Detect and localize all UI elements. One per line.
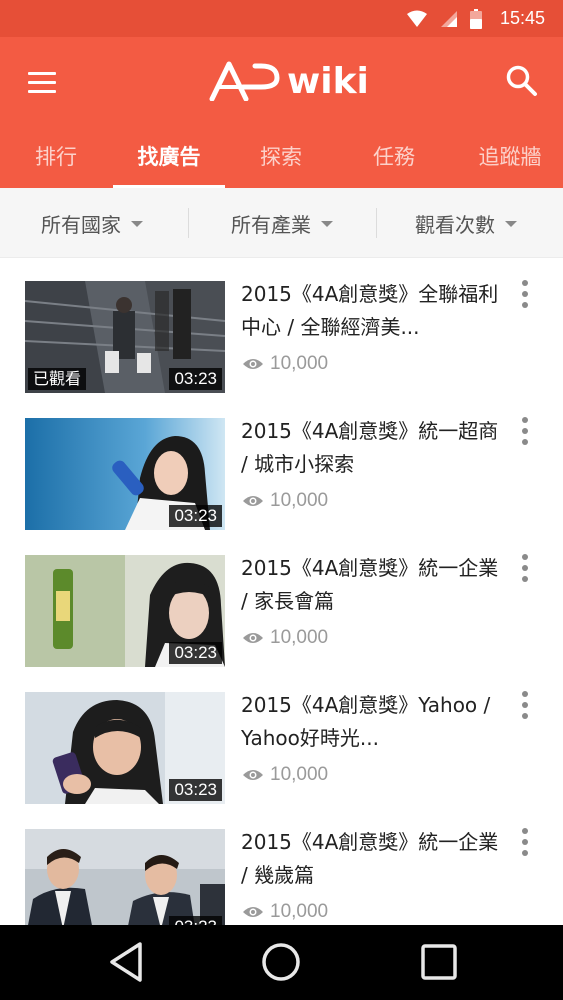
tab-missions[interactable]: 任務: [358, 140, 430, 184]
video-thumbnail[interactable]: 03:23: [25, 692, 225, 804]
more-options-button[interactable]: [515, 415, 535, 447]
tab-follow-wall[interactable]: 追蹤牆: [465, 140, 555, 184]
video-title[interactable]: 2015《4A創意獎》統一超商 / 城市小探索: [241, 415, 503, 481]
duration-badge: 03:23: [169, 642, 222, 664]
view-count: 10,000: [242, 489, 328, 513]
cell-signal-icon: [440, 10, 457, 27]
video-thumbnail[interactable]: 03:23: [25, 829, 225, 925]
sort-filter[interactable]: 觀看次數: [415, 188, 517, 258]
eye-icon: [243, 359, 263, 369]
tab-ranking[interactable]: 排行: [20, 140, 92, 184]
more-options-button[interactable]: [515, 552, 535, 584]
video-title[interactable]: 2015《4A創意獎》統一企業 / 家長會篇: [241, 552, 503, 618]
adwiki-logo: wiki: [209, 58, 369, 104]
duration-badge: 03:23: [169, 368, 222, 390]
industry-filter-label: 所有產業: [231, 212, 311, 237]
dropdown-caret-icon: [321, 221, 333, 227]
watched-badge: 已觀看: [28, 368, 87, 390]
divider: [376, 208, 377, 238]
back-icon: [110, 942, 142, 982]
search-icon: [506, 65, 537, 96]
app-bar: wiki 排行 找廣告 探索 任務 追蹤牆: [0, 37, 563, 189]
back-button[interactable]: [96, 937, 156, 987]
eye-icon: [243, 907, 263, 917]
dropdown-caret-icon: [131, 221, 143, 227]
video-thumbnail[interactable]: 已觀看 03:23: [25, 281, 225, 393]
view-count-value: 10,000: [270, 901, 329, 922]
divider: [188, 208, 189, 238]
duration-badge: 03:23: [169, 505, 222, 527]
status-bar: 15:45: [0, 0, 563, 37]
menu-icon: [28, 72, 56, 75]
search-button[interactable]: [505, 64, 539, 98]
view-count-value: 10,000: [270, 490, 329, 511]
video-title[interactable]: 2015《4A創意獎》統一企業 / 幾歲篇: [241, 826, 503, 892]
system-nav-bar: [0, 925, 563, 1000]
industry-filter[interactable]: 所有產業: [231, 188, 333, 258]
tab-explore[interactable]: 探索: [245, 140, 317, 184]
video-item[interactable]: 03:23 2015《4A創意獎》Yahoo / Yahoo好時光... 10,…: [0, 669, 563, 806]
duration-badge: 03:23: [169, 916, 222, 925]
video-thumbnail[interactable]: 03:23: [25, 555, 225, 667]
more-options-button[interactable]: [515, 278, 535, 310]
video-item[interactable]: 03:23 2015《4A創意獎》統一超商 / 城市小探索 10,000: [0, 395, 563, 532]
menu-button[interactable]: [24, 67, 60, 97]
logo-text: wiki: [287, 60, 369, 102]
more-vert-icon: [522, 554, 528, 560]
video-title[interactable]: 2015《4A創意獎》Yahoo / Yahoo好時光...: [241, 689, 503, 755]
more-options-button[interactable]: [515, 826, 535, 858]
view-count-value: 10,000: [270, 627, 329, 648]
tab-find-ads[interactable]: 找廣告: [113, 140, 225, 184]
more-vert-icon: [522, 280, 528, 286]
filter-bar: 所有國家 所有產業 觀看次數: [0, 188, 563, 258]
view-count: 10,000: [242, 900, 328, 924]
more-options-button[interactable]: [515, 689, 535, 721]
home-button[interactable]: [251, 937, 311, 987]
view-count: 10,000: [242, 352, 328, 376]
logo-mark-icon: [209, 61, 280, 101]
eye-icon: [243, 496, 263, 506]
more-vert-icon: [522, 691, 528, 697]
video-item[interactable]: 03:23 2015《4A創意獎》統一企業 / 幾歲篇 10,000: [0, 806, 563, 925]
more-vert-icon: [522, 417, 528, 423]
tab-bar: 排行 找廣告 探索 任務 追蹤牆: [0, 136, 563, 188]
view-count-value: 10,000: [270, 353, 329, 374]
video-item[interactable]: 03:23 2015《4A創意獎》統一企業 / 家長會篇 10,000: [0, 532, 563, 669]
video-title[interactable]: 2015《4A創意獎》全聯福利中心 / 全聯經濟美...: [241, 278, 503, 344]
country-filter-label: 所有國家: [41, 212, 121, 237]
battery-icon: [469, 8, 482, 29]
view-count: 10,000: [242, 626, 328, 650]
view-count-value: 10,000: [270, 764, 329, 785]
country-filter[interactable]: 所有國家: [41, 188, 143, 258]
video-list: 已觀看 03:23 2015《4A創意獎》全聯福利中心 / 全聯經濟美... 1…: [0, 258, 563, 925]
home-icon: [262, 943, 300, 981]
recents-icon: [421, 944, 457, 980]
thumbnail-image: [25, 829, 225, 925]
screen: 15:45 wiki 排行 找廣告 探索 任務 追蹤牆 所有國家 所有產業 觀看…: [0, 0, 563, 1000]
eye-icon: [243, 633, 263, 643]
status-time: 15:45: [499, 8, 545, 28]
video-item[interactable]: 已觀看 03:23 2015《4A創意獎》全聯福利中心 / 全聯經濟美... 1…: [0, 258, 563, 395]
wifi-icon: [406, 10, 427, 27]
eye-icon: [243, 770, 263, 780]
duration-badge: 03:23: [169, 779, 222, 801]
dropdown-caret-icon: [505, 221, 517, 227]
view-count: 10,000: [242, 763, 328, 787]
status-icons: 15:45: [406, 0, 545, 37]
more-vert-icon: [522, 828, 528, 834]
recents-button[interactable]: [409, 937, 469, 987]
video-thumbnail[interactable]: 03:23: [25, 418, 225, 530]
sort-filter-label: 觀看次數: [415, 212, 495, 237]
